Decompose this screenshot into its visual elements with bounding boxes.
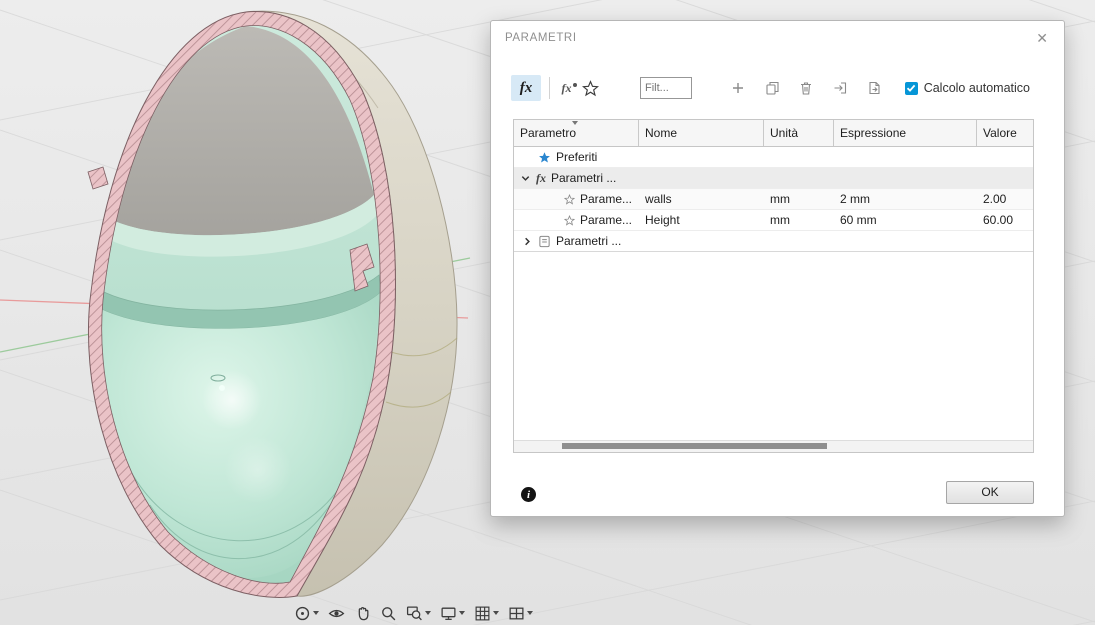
orbit-tool[interactable] (294, 605, 319, 622)
walls-nome[interactable]: walls (639, 192, 764, 206)
sort-indicator-icon (572, 121, 578, 125)
header-nome[interactable]: Nome (639, 120, 764, 146)
star-outline-icon[interactable] (564, 214, 575, 226)
table-row-user-parameters-group[interactable]: Parametri ... (514, 231, 1033, 252)
height-espressione[interactable]: 60 mm (834, 213, 977, 227)
header-espressione[interactable]: Espressione (834, 120, 977, 146)
grid-display-tool[interactable] (474, 605, 499, 622)
favorites-label: Preferiti (556, 150, 598, 164)
favorite-star-icon (538, 151, 551, 164)
egg-model[interactable] (87, 10, 458, 598)
horizontal-scrollbar[interactable] (514, 440, 1033, 452)
height-valore: 60.00 (983, 213, 1014, 227)
close-icon[interactable]: ✕ (1032, 28, 1052, 49)
height-nome[interactable]: Height (639, 213, 764, 227)
fx-icon: fx (536, 170, 546, 185)
toolbar-separator (549, 77, 550, 99)
table-header: Parametro Nome Unità Espressione Valore (514, 120, 1033, 147)
height-parametro: Parame... (580, 213, 633, 227)
grid-display-dropdown-caret[interactable] (493, 611, 499, 615)
model-parameters-button[interactable]: fx (511, 75, 541, 101)
dialog-toolbar: fx fx Filt... Calcolo automatico (511, 73, 1030, 103)
scrollbar-thumb[interactable] (562, 443, 827, 449)
grid-display-icon (474, 605, 491, 622)
display-settings-dropdown-caret[interactable] (459, 611, 465, 615)
document-icon (538, 235, 551, 248)
clip-notch-left (87, 166, 109, 190)
navigation-toolbar (294, 603, 533, 623)
dialog-title: PARAMETRI (505, 32, 577, 44)
fit-dropdown-caret[interactable] (425, 611, 431, 615)
chevron-down-icon[interactable] (520, 173, 531, 184)
user-group-label: Parametri ... (556, 234, 622, 248)
filter-input[interactable] (640, 77, 692, 99)
height-unita: mm (770, 213, 790, 227)
viewports-tool[interactable] (508, 605, 533, 622)
star-outline-icon[interactable] (564, 193, 575, 205)
table-row-favorites[interactable]: Preferiti (514, 147, 1033, 168)
add-parameter-icon[interactable] (728, 80, 748, 96)
zoom-tool[interactable] (380, 605, 397, 622)
look-at-tool[interactable] (328, 605, 345, 622)
highlight-dot (219, 385, 225, 391)
fit-tool[interactable] (406, 605, 431, 622)
walls-unita: mm (770, 192, 790, 206)
parameters-table: Parametro Nome Unità Espressione Valore … (513, 119, 1034, 453)
table-row-walls[interactable]: Parame... walls mm 2 mm 2.00 (514, 189, 1033, 210)
orbit-icon (294, 605, 311, 622)
ok-button[interactable]: OK (946, 481, 1034, 504)
move-parameter-icon[interactable] (830, 80, 850, 96)
pan-tool[interactable] (354, 605, 371, 622)
parameters-dialog: PARAMETRI ✕ fx fx Filt... Calcolo automa… (490, 20, 1065, 517)
chevron-right-icon[interactable] (522, 236, 533, 247)
walls-parametro: Parame... (580, 192, 633, 206)
table-row-height[interactable]: Parame... Height mm 60 mm 60.00 (514, 210, 1033, 231)
delete-parameter-icon[interactable] (796, 80, 816, 96)
zoom-icon (380, 605, 397, 622)
favorites-filter-icon[interactable] (580, 79, 600, 97)
auto-calc-checkbox[interactable] (904, 81, 918, 95)
export-parameters-icon[interactable] (864, 80, 884, 96)
orbit-dropdown-caret[interactable] (313, 611, 319, 615)
model-group-label: Parametri ... (551, 171, 617, 185)
viewports-dropdown-caret[interactable] (527, 611, 533, 615)
copy-parameter-icon[interactable] (762, 80, 782, 96)
display-settings-tool[interactable] (440, 605, 465, 622)
parameter-actions (728, 80, 884, 96)
look-at-icon (328, 605, 345, 622)
display-settings-icon (440, 605, 457, 622)
walls-valore: 2.00 (983, 192, 1007, 206)
info-icon[interactable]: i (521, 487, 536, 502)
user-parameter-icon[interactable]: fx (558, 81, 580, 96)
header-valore[interactable]: Valore (977, 120, 1035, 146)
table-row-model-parameters-group[interactable]: fx Parametri ... (514, 168, 1033, 189)
auto-calc-toggle[interactable]: Calcolo automatico (904, 81, 1030, 95)
header-unita[interactable]: Unità (764, 120, 834, 146)
app-window: PARAMETRI ✕ fx fx Filt... Calcolo automa… (0, 0, 1095, 625)
fit-icon (406, 605, 423, 622)
auto-calc-label: Calcolo automatico (923, 81, 1030, 95)
viewports-icon (508, 605, 525, 622)
walls-espressione[interactable]: 2 mm (834, 192, 977, 206)
pan-icon (354, 605, 371, 622)
